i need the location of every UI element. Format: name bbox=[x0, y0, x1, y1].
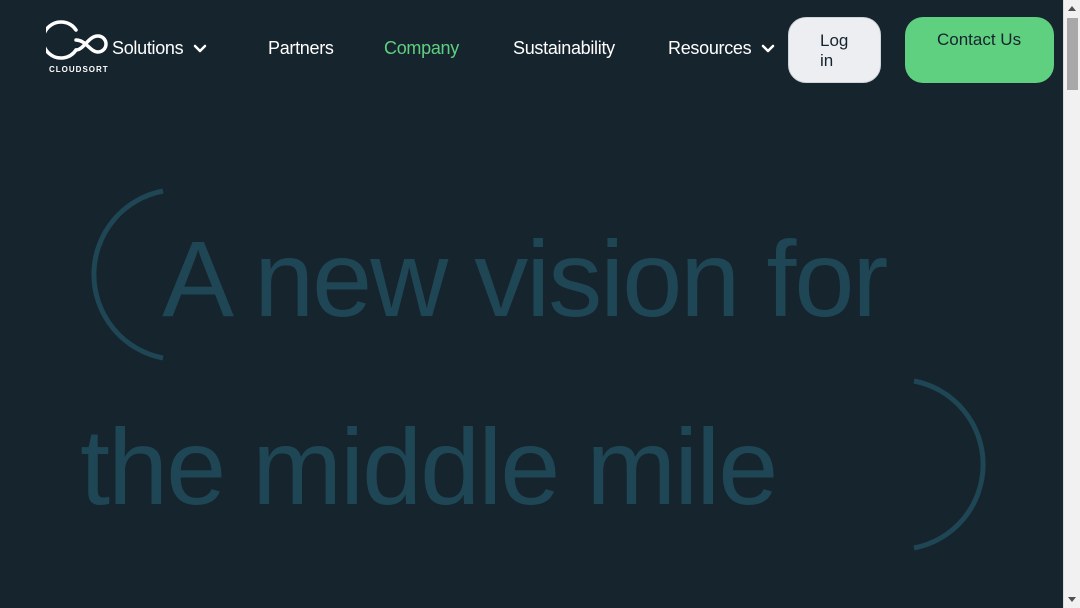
close-parenthesis-decoration bbox=[913, 378, 986, 551]
nav-solutions[interactable]: Solutions bbox=[112, 38, 207, 59]
cloudsort-logo-icon bbox=[46, 20, 108, 60]
nav-sustainability[interactable]: Sustainability bbox=[513, 38, 615, 59]
nav-solutions-label: Solutions bbox=[112, 38, 184, 58]
hero-headline-line-2: the middle mile bbox=[80, 406, 778, 527]
contact-us-button[interactable]: Contact Us bbox=[905, 17, 1054, 83]
nav-resources[interactable]: Resources bbox=[668, 38, 775, 59]
login-button[interactable]: Log in bbox=[788, 17, 881, 83]
nav-resources-label: Resources bbox=[668, 38, 752, 58]
scroll-down-arrow-icon[interactable] bbox=[1068, 597, 1076, 602]
chevron-down-icon bbox=[762, 44, 775, 52]
nav-company[interactable]: Company bbox=[384, 38, 459, 59]
scrollbar-thumb[interactable] bbox=[1067, 18, 1078, 90]
nav-sustainability-label: Sustainability bbox=[513, 38, 615, 58]
page: CLOUDSORT Solutions Partners Company Sus… bbox=[0, 0, 1063, 608]
scroll-up-arrow-icon[interactable] bbox=[1068, 6, 1076, 11]
chevron-down-icon bbox=[194, 44, 207, 52]
cloudsort-logo[interactable]: CLOUDSORT bbox=[46, 16, 116, 76]
page-scrollbar[interactable] bbox=[1063, 0, 1080, 608]
nav-partners-label: Partners bbox=[268, 38, 334, 58]
open-parenthesis-decoration bbox=[91, 188, 164, 361]
hero-headline-line-1: A new vision for bbox=[162, 218, 888, 339]
nav-company-label: Company bbox=[384, 38, 459, 58]
nav-partners[interactable]: Partners bbox=[268, 38, 334, 59]
logo-wordmark: CLOUDSORT bbox=[49, 65, 109, 74]
